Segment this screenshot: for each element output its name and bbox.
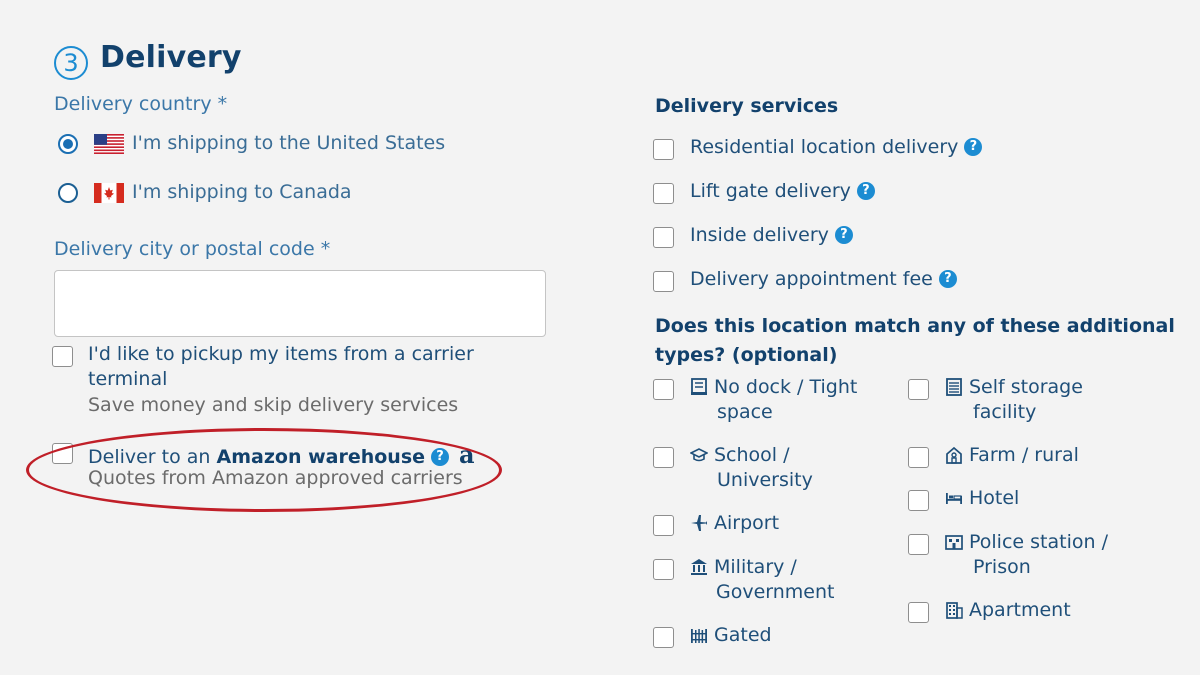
delivery-services-heading: Delivery services [655, 95, 839, 117]
truck-icon [691, 377, 707, 395]
police-icon [945, 534, 963, 550]
residential-label[interactable]: Residential location delivery? [690, 136, 983, 158]
help-icon[interactable]: ? [938, 269, 957, 288]
no-dock-label-line2[interactable]: space [717, 401, 773, 423]
ca-flag-icon [94, 183, 124, 203]
school-label-line2[interactable]: University [717, 469, 813, 491]
lift-gate-checkbox[interactable] [653, 183, 674, 204]
radio-selected[interactable] [58, 134, 78, 154]
police-label-line2[interactable]: Prison [973, 556, 1031, 578]
no-dock-label[interactable]: No dock / Tight [690, 376, 857, 398]
pickup-checkbox[interactable] [52, 346, 73, 367]
self-storage-checkbox[interactable] [908, 379, 929, 400]
airplane-icon [691, 514, 707, 531]
types-heading-line2: types? (optional) [655, 344, 838, 366]
gate-icon [691, 628, 707, 643]
apartment-icon [946, 601, 963, 619]
government-building-icon [691, 558, 707, 575]
no-dock-checkbox[interactable] [653, 379, 674, 400]
airport-checkbox[interactable] [653, 515, 674, 536]
military-label-line2[interactable]: Government [716, 581, 835, 603]
gated-label[interactable]: Gated [690, 624, 772, 646]
pickup-label-line1[interactable]: I'd like to pickup my items from a carri… [88, 343, 474, 365]
canada-radio[interactable] [58, 183, 78, 203]
gated-checkbox[interactable] [653, 627, 674, 648]
bed-icon [946, 492, 962, 504]
airport-label[interactable]: Airport [690, 512, 779, 534]
lift-gate-label[interactable]: Lift gate delivery? [690, 180, 875, 202]
us-radio[interactable] [58, 134, 78, 154]
radio-unselected[interactable] [58, 183, 78, 203]
police-label[interactable]: Police station / [945, 531, 1108, 553]
section-title: Delivery [100, 40, 242, 75]
step-number-badge: 3 [54, 46, 88, 80]
inside-delivery-label[interactable]: Inside delivery? [690, 224, 853, 246]
police-checkbox[interactable] [908, 534, 929, 555]
farm-label[interactable]: Farm / rural [945, 444, 1079, 466]
types-heading-line1: Does this location match any of these ad… [655, 315, 1175, 337]
residential-checkbox[interactable] [653, 139, 674, 160]
us-flag-icon [94, 134, 124, 154]
pickup-subtext: Save money and skip delivery services [88, 394, 459, 416]
hotel-checkbox[interactable] [908, 490, 929, 511]
help-icon[interactable]: ? [856, 181, 875, 200]
canada-option-label[interactable]: I'm shipping to Canada [132, 181, 352, 203]
pickup-label-line2[interactable]: terminal [88, 368, 167, 390]
city-input[interactable] [54, 270, 546, 337]
highlight-oval [26, 428, 502, 512]
help-icon[interactable]: ? [964, 137, 983, 156]
apartment-checkbox[interactable] [908, 602, 929, 623]
school-checkbox[interactable] [653, 447, 674, 468]
help-icon[interactable]: ? [834, 225, 853, 244]
graduation-cap-icon [690, 447, 708, 461]
inside-delivery-checkbox[interactable] [653, 227, 674, 248]
military-checkbox[interactable] [653, 559, 674, 580]
self-storage-label-line2[interactable]: facility [973, 401, 1036, 423]
apartment-label[interactable]: Apartment [945, 599, 1071, 621]
military-label[interactable]: Military / [690, 556, 797, 578]
city-label: Delivery city or postal code * [54, 238, 331, 260]
farm-checkbox[interactable] [908, 447, 929, 468]
appointment-label[interactable]: Delivery appointment fee? [690, 268, 957, 290]
delivery-country-label: Delivery country * [54, 93, 228, 115]
us-option-label[interactable]: I'm shipping to the United States [132, 132, 445, 154]
hotel-label[interactable]: Hotel [945, 487, 1019, 509]
self-storage-label[interactable]: Self storage [945, 376, 1083, 398]
school-label[interactable]: School / [690, 444, 790, 466]
appointment-checkbox[interactable] [653, 271, 674, 292]
farm-icon [946, 446, 962, 464]
storage-icon [946, 377, 962, 396]
